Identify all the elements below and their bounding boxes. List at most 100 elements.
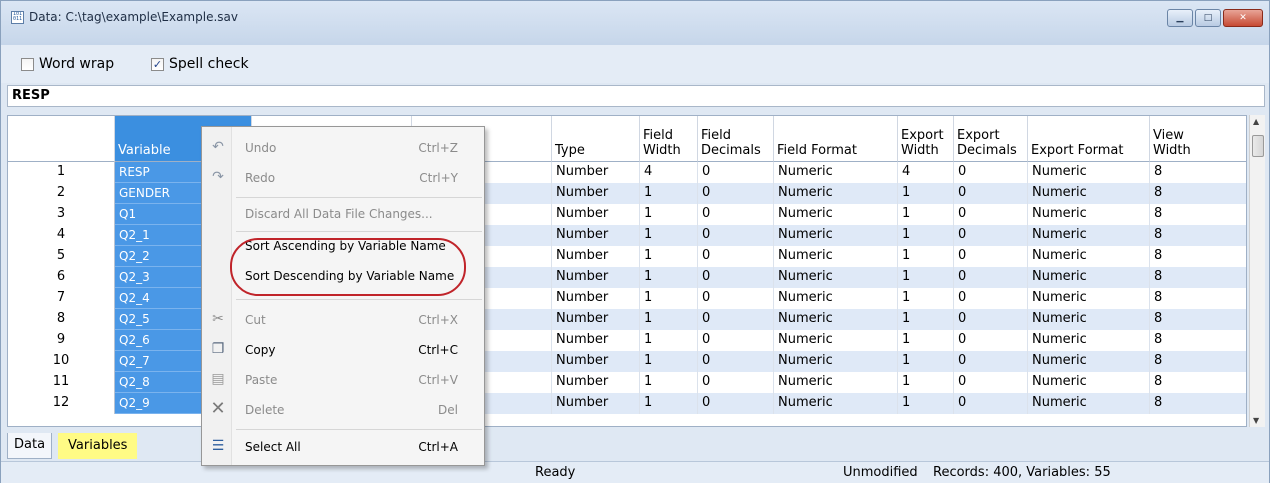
column-header-view-width[interactable]: View Width xyxy=(1150,116,1246,162)
row-number[interactable]: 7 xyxy=(8,288,115,309)
export-format-cell[interactable]: Numeric xyxy=(1028,204,1150,225)
table-row[interactable]: 8Q2_5ngly DisaNumber10Numeric10Numeric8 xyxy=(8,309,1246,330)
view-width-cell[interactable]: 8 xyxy=(1150,204,1246,225)
field-format-cell[interactable]: Numeric xyxy=(774,246,898,267)
export-format-cell[interactable]: Numeric xyxy=(1028,288,1150,309)
field-format-cell[interactable]: Numeric xyxy=(774,162,898,183)
field-decimals-cell[interactable]: 0 xyxy=(698,246,774,267)
vertical-scrollbar[interactable]: ▲ ▼ xyxy=(1249,115,1265,427)
field-decimals-cell[interactable]: 0 xyxy=(698,204,774,225)
field-format-cell[interactable]: Numeric xyxy=(774,372,898,393)
row-number[interactable]: 4 xyxy=(8,225,115,246)
tab-data[interactable]: Data xyxy=(7,433,53,459)
export-format-cell[interactable]: Numeric xyxy=(1028,309,1150,330)
export-decimals-cell[interactable]: 0 xyxy=(954,246,1028,267)
export-decimals-cell[interactable]: 0 xyxy=(954,183,1028,204)
export-width-cell[interactable]: 1 xyxy=(898,267,954,288)
row-number[interactable]: 9 xyxy=(8,330,115,351)
field-width-cell[interactable]: 1 xyxy=(640,183,698,204)
export-width-cell[interactable]: 1 xyxy=(898,204,954,225)
type-cell[interactable]: Number xyxy=(552,267,640,288)
table-row[interactable]: 1 RESP Number 4 0 Numeric 4 0 Numeric 8 xyxy=(8,162,1246,183)
field-format-cell[interactable]: Numeric xyxy=(774,288,898,309)
export-decimals-cell[interactable]: 0 xyxy=(954,351,1028,372)
field-width-cell[interactable]: 1 xyxy=(640,288,698,309)
menu-item-paste[interactable]: ▤ Paste Ctrl+V xyxy=(202,367,484,393)
menu-item-cut[interactable]: ✂ Cut Ctrl+X xyxy=(202,307,484,333)
field-format-cell[interactable]: Numeric xyxy=(774,225,898,246)
export-format-cell[interactable]: Numeric xyxy=(1028,393,1150,414)
field-format-cell[interactable]: Numeric xyxy=(774,393,898,414)
field-decimals-cell[interactable]: 0 xyxy=(698,351,774,372)
field-decimals-cell[interactable]: 0 xyxy=(698,309,774,330)
menu-item-undo[interactable]: ↶ Undo Ctrl+Z xyxy=(202,135,484,161)
table-row[interactable]: 6Q2_3ngly DisaNumber10Numeric10Numeric8 xyxy=(8,267,1246,288)
menu-item-discard-changes[interactable]: Discard All Data File Changes... xyxy=(202,201,484,227)
field-width-cell[interactable]: 1 xyxy=(640,267,698,288)
column-header-field-format[interactable]: Field Format xyxy=(774,116,898,162)
field-format-cell[interactable]: Numeric xyxy=(774,330,898,351)
table-row[interactable]: 5Q2_2ngly DisaNumber10Numeric10Numeric8 xyxy=(8,246,1246,267)
column-header-export-width[interactable]: Export Width xyxy=(898,116,954,162)
column-header-export-format[interactable]: Export Format xyxy=(1028,116,1150,162)
minimize-button[interactable]: ▁ xyxy=(1167,9,1193,27)
field-decimals-cell[interactable]: 0 xyxy=(698,225,774,246)
field-format-cell[interactable]: Numeric xyxy=(774,267,898,288)
column-header-export-decimals[interactable]: Export Decimals xyxy=(954,116,1028,162)
field-width-cell[interactable]: 1 xyxy=(640,372,698,393)
export-width-cell[interactable]: 1 xyxy=(898,393,954,414)
export-decimals-cell[interactable]: 0 xyxy=(954,372,1028,393)
view-width-cell[interactable]: 8 xyxy=(1150,351,1246,372)
export-format-cell[interactable]: Numeric xyxy=(1028,372,1150,393)
export-format-cell[interactable]: Numeric xyxy=(1028,183,1150,204)
field-decimals-cell[interactable]: 0 xyxy=(698,183,774,204)
row-number[interactable]: 3 xyxy=(8,204,115,225)
corner-header[interactable] xyxy=(8,116,115,162)
export-format-cell[interactable]: Numeric xyxy=(1028,267,1150,288)
type-cell[interactable]: Number xyxy=(552,393,640,414)
export-decimals-cell[interactable]: 0 xyxy=(954,267,1028,288)
field-format-cell[interactable]: Numeric xyxy=(774,309,898,330)
field-decimals-cell[interactable]: 0 xyxy=(698,162,774,183)
field-decimals-cell[interactable]: 0 xyxy=(698,393,774,414)
cell-value-field[interactable]: RESP xyxy=(7,85,1265,107)
export-width-cell[interactable]: 1 xyxy=(898,246,954,267)
export-decimals-cell[interactable]: 0 xyxy=(954,288,1028,309)
field-width-cell[interactable]: 1 xyxy=(640,393,698,414)
row-number[interactable]: 2 xyxy=(8,183,115,204)
column-header-type[interactable]: Type xyxy=(552,116,640,162)
menu-item-redo[interactable]: ↷ Redo Ctrl+Y xyxy=(202,165,484,191)
type-cell[interactable]: Number xyxy=(552,246,640,267)
maximize-button[interactable]: □ xyxy=(1195,9,1221,27)
view-width-cell[interactable]: 8 xyxy=(1150,183,1246,204)
field-width-cell[interactable]: 1 xyxy=(640,225,698,246)
menu-item-copy[interactable]: ❐ Copy Ctrl+C xyxy=(202,337,484,363)
view-width-cell[interactable]: 8 xyxy=(1150,246,1246,267)
view-width-cell[interactable]: 8 xyxy=(1150,162,1246,183)
row-number[interactable]: 11 xyxy=(8,372,115,393)
table-row[interactable]: 11Q2_8ngly DisaNumber10Numeric10Numeric8 xyxy=(8,372,1246,393)
table-row[interactable]: 10Q2_7ngly DisaNumber10Numeric10Numeric8 xyxy=(8,351,1246,372)
export-width-cell[interactable]: 1 xyxy=(898,309,954,330)
field-width-cell[interactable]: 1 xyxy=(640,330,698,351)
menu-item-delete[interactable]: ✕ Delete Del xyxy=(202,397,484,423)
export-format-cell[interactable]: Numeric xyxy=(1028,330,1150,351)
export-format-cell[interactable]: Numeric xyxy=(1028,246,1150,267)
export-decimals-cell[interactable]: 0 xyxy=(954,309,1028,330)
scroll-down-arrow-icon[interactable]: ▼ xyxy=(1253,416,1259,425)
table-row[interactable]: 7Q2_4ngly DisaNumber10Numeric10Numeric8 xyxy=(8,288,1246,309)
export-format-cell[interactable]: Numeric xyxy=(1028,225,1150,246)
export-format-cell[interactable]: Numeric xyxy=(1028,162,1150,183)
export-decimals-cell[interactable]: 0 xyxy=(954,393,1028,414)
type-cell[interactable]: Number xyxy=(552,204,640,225)
export-decimals-cell[interactable]: 0 xyxy=(954,225,1028,246)
spell-check-checkbox[interactable]: ✓ Spell check xyxy=(151,56,249,72)
table-row[interactable]: 2GENDER}{2, FenNumber10Numeric10Numeric8 xyxy=(8,183,1246,204)
field-decimals-cell[interactable]: 0 xyxy=(698,372,774,393)
export-format-cell[interactable]: Numeric xyxy=(1028,351,1150,372)
type-cell[interactable]: Number xyxy=(552,225,640,246)
view-width-cell[interactable]: 8 xyxy=(1150,267,1246,288)
export-width-cell[interactable]: 1 xyxy=(898,288,954,309)
menu-item-select-all[interactable]: ☰ Select All Ctrl+A xyxy=(202,434,484,460)
view-width-cell[interactable]: 8 xyxy=(1150,309,1246,330)
